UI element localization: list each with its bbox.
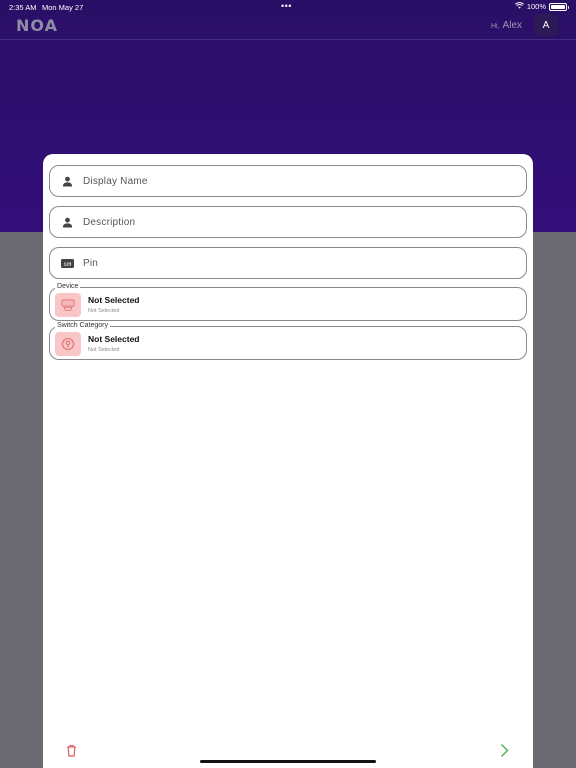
description-placeholder: Description [83,216,136,228]
numeric-icon: 123 [60,256,74,270]
status-date: Mon May 27 [42,3,84,12]
form-card: Display Name Description 123 Pin Device … [43,154,533,768]
switch-category-selector[interactable]: Switch Category Not Selected Not Selecte… [49,322,527,360]
battery-icon [549,2,569,11]
display-name-placeholder: Display Name [83,175,148,187]
greeting-prefix: Hi, [490,23,500,30]
display-name-field[interactable]: Display Name [49,165,527,197]
device-icon [55,293,81,317]
device-selector[interactable]: Device Not Selected Not Selected [49,283,527,321]
user-greeting: Hi, Alex [491,20,522,31]
device-subtitle: Not Selected [88,308,120,314]
person-icon [60,174,74,188]
device-title: Not Selected [88,295,140,305]
delete-button[interactable] [63,741,79,759]
pin-field[interactable]: 123 Pin [49,247,527,279]
switch-category-subtitle: Not Selected [88,347,120,353]
user-name: Alex [502,20,522,31]
device-legend: Device [55,283,81,291]
wifi-icon [514,2,524,11]
switch-category-legend: Switch Category [55,322,110,330]
app-bar: NOA Hi, Alex A [0,14,576,40]
category-icon [55,332,81,356]
user-avatar-button[interactable]: A [534,14,558,36]
next-button[interactable] [495,740,513,760]
person-icon [60,215,74,229]
app-logo: NOA [16,16,58,35]
chevron-right-icon [500,743,508,757]
status-time: 2:35 AM [9,3,37,12]
status-bar: 2:35 AM Mon May 27 ••• 100% [0,0,576,14]
home-indicator [200,760,376,763]
multitasking-dots[interactable]: ••• [281,1,292,11]
numeric-icon-text: 123 [63,261,71,266]
switch-category-title: Not Selected [88,334,140,344]
pin-placeholder: Pin [83,257,99,269]
battery-percent: 100% [526,2,546,11]
status-right: 100% [514,2,569,11]
description-field[interactable]: Description [49,206,527,238]
trash-icon [66,744,76,757]
